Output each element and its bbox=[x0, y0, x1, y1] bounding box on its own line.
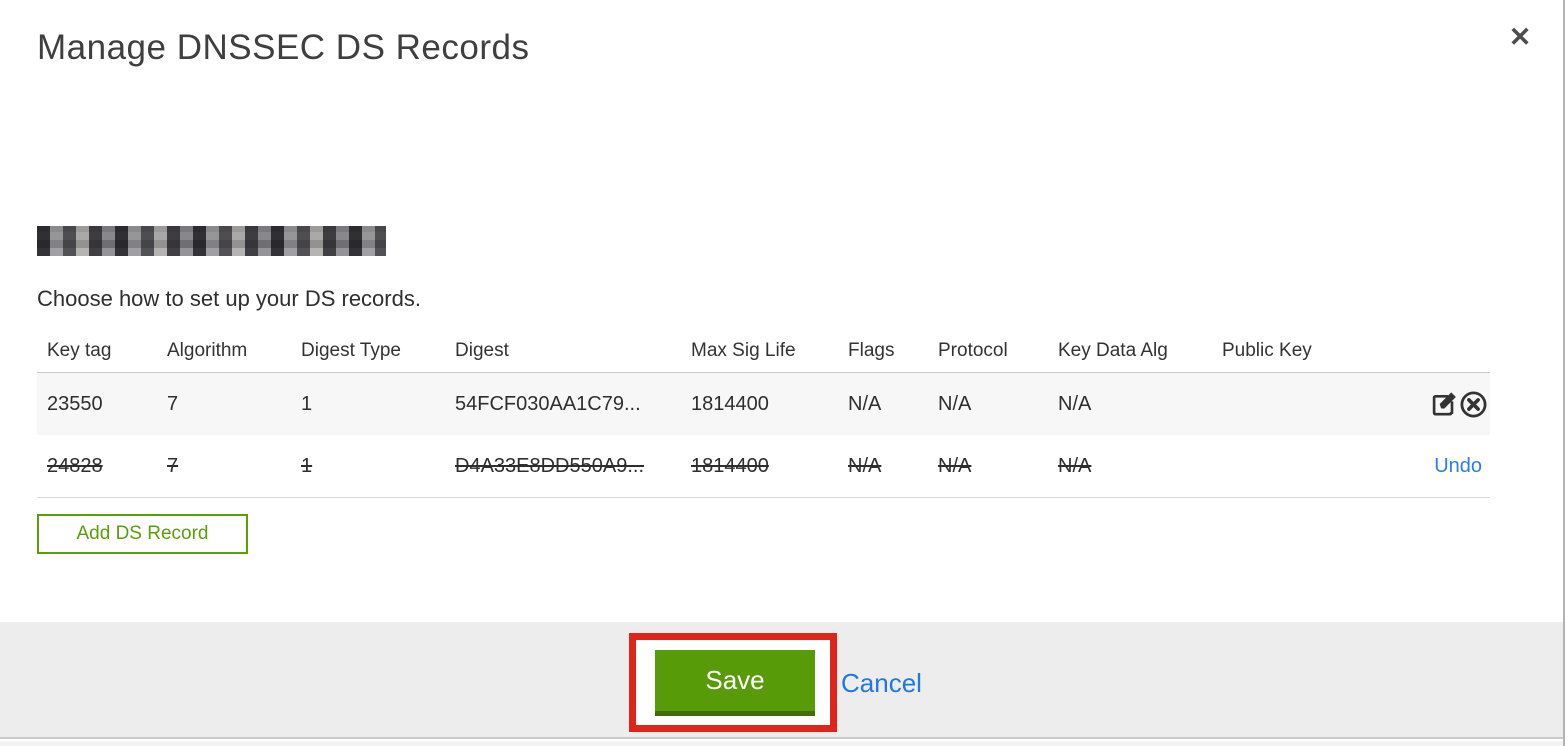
column-header-protocol: Protocol bbox=[938, 340, 1008, 361]
cell-protocol: N/A bbox=[938, 392, 972, 415]
column-header-algorithm: Algorithm bbox=[167, 340, 248, 361]
column-header-key-data-alg: Key Data Alg bbox=[1058, 340, 1168, 361]
column-header-digest: Digest bbox=[455, 340, 509, 361]
cell-flags: N/A bbox=[848, 454, 882, 477]
save-button[interactable]: Save bbox=[655, 650, 815, 716]
table-header-row: Key tag Algorithm Digest Type Digest Max… bbox=[37, 330, 1490, 372]
cell-protocol: N/A bbox=[938, 454, 972, 477]
cell-key-data-alg: N/A bbox=[1058, 454, 1092, 477]
cell-digest: D4A33E8DD550A9... bbox=[455, 454, 645, 477]
cell-max-sig-life: 1814400 bbox=[691, 392, 769, 415]
close-icon[interactable]: ✕ bbox=[1503, 20, 1537, 54]
instruction-text: Choose how to set up your DS records. bbox=[37, 286, 421, 311]
manage-dnssec-dialog: Manage DNSSEC DS Records ✕ Choose how to… bbox=[0, 0, 1565, 746]
cell-key-data-alg: N/A bbox=[1058, 392, 1092, 415]
cell-algorithm: 7 bbox=[167, 454, 179, 477]
footer-bottom-strip bbox=[0, 741, 1563, 746]
redacted-domain-name bbox=[37, 226, 386, 256]
ds-records-table: Key tag Algorithm Digest Type Digest Max… bbox=[37, 330, 1490, 498]
column-header-max-sig-life: Max Sig Life bbox=[691, 340, 796, 361]
annotation-highlight-box: Save bbox=[629, 633, 837, 732]
cell-key-tag: 23550 bbox=[47, 392, 103, 415]
cell-algorithm: 7 bbox=[167, 392, 179, 415]
column-header-digest-type: Digest Type bbox=[301, 340, 401, 361]
cell-digest-type: 1 bbox=[301, 392, 313, 415]
cancel-link[interactable]: Cancel bbox=[841, 668, 922, 699]
page-title: Manage DNSSEC DS Records bbox=[37, 28, 530, 67]
column-header-flags: Flags bbox=[848, 340, 895, 361]
delete-icon[interactable] bbox=[1459, 390, 1488, 419]
add-ds-record-button[interactable]: Add DS Record bbox=[37, 514, 248, 554]
cell-digest-type: 1 bbox=[301, 454, 313, 477]
column-header-key-tag: Key tag bbox=[47, 340, 112, 361]
column-header-public-key: Public Key bbox=[1222, 340, 1312, 361]
undo-link[interactable]: Undo bbox=[1434, 455, 1488, 478]
table-row-deleted: 24828 7 1 D4A33E8DD550A9... 1814400 N/A … bbox=[37, 435, 1490, 498]
table-row: 23550 7 1 54FCF030AA1C79... 1814400 N/A … bbox=[37, 372, 1490, 435]
edit-icon[interactable] bbox=[1430, 390, 1459, 419]
cell-digest: 54FCF030AA1C79... bbox=[455, 392, 641, 415]
cell-max-sig-life: 1814400 bbox=[691, 454, 769, 477]
cell-key-tag: 24828 bbox=[47, 454, 103, 477]
cell-flags: N/A bbox=[848, 392, 882, 415]
